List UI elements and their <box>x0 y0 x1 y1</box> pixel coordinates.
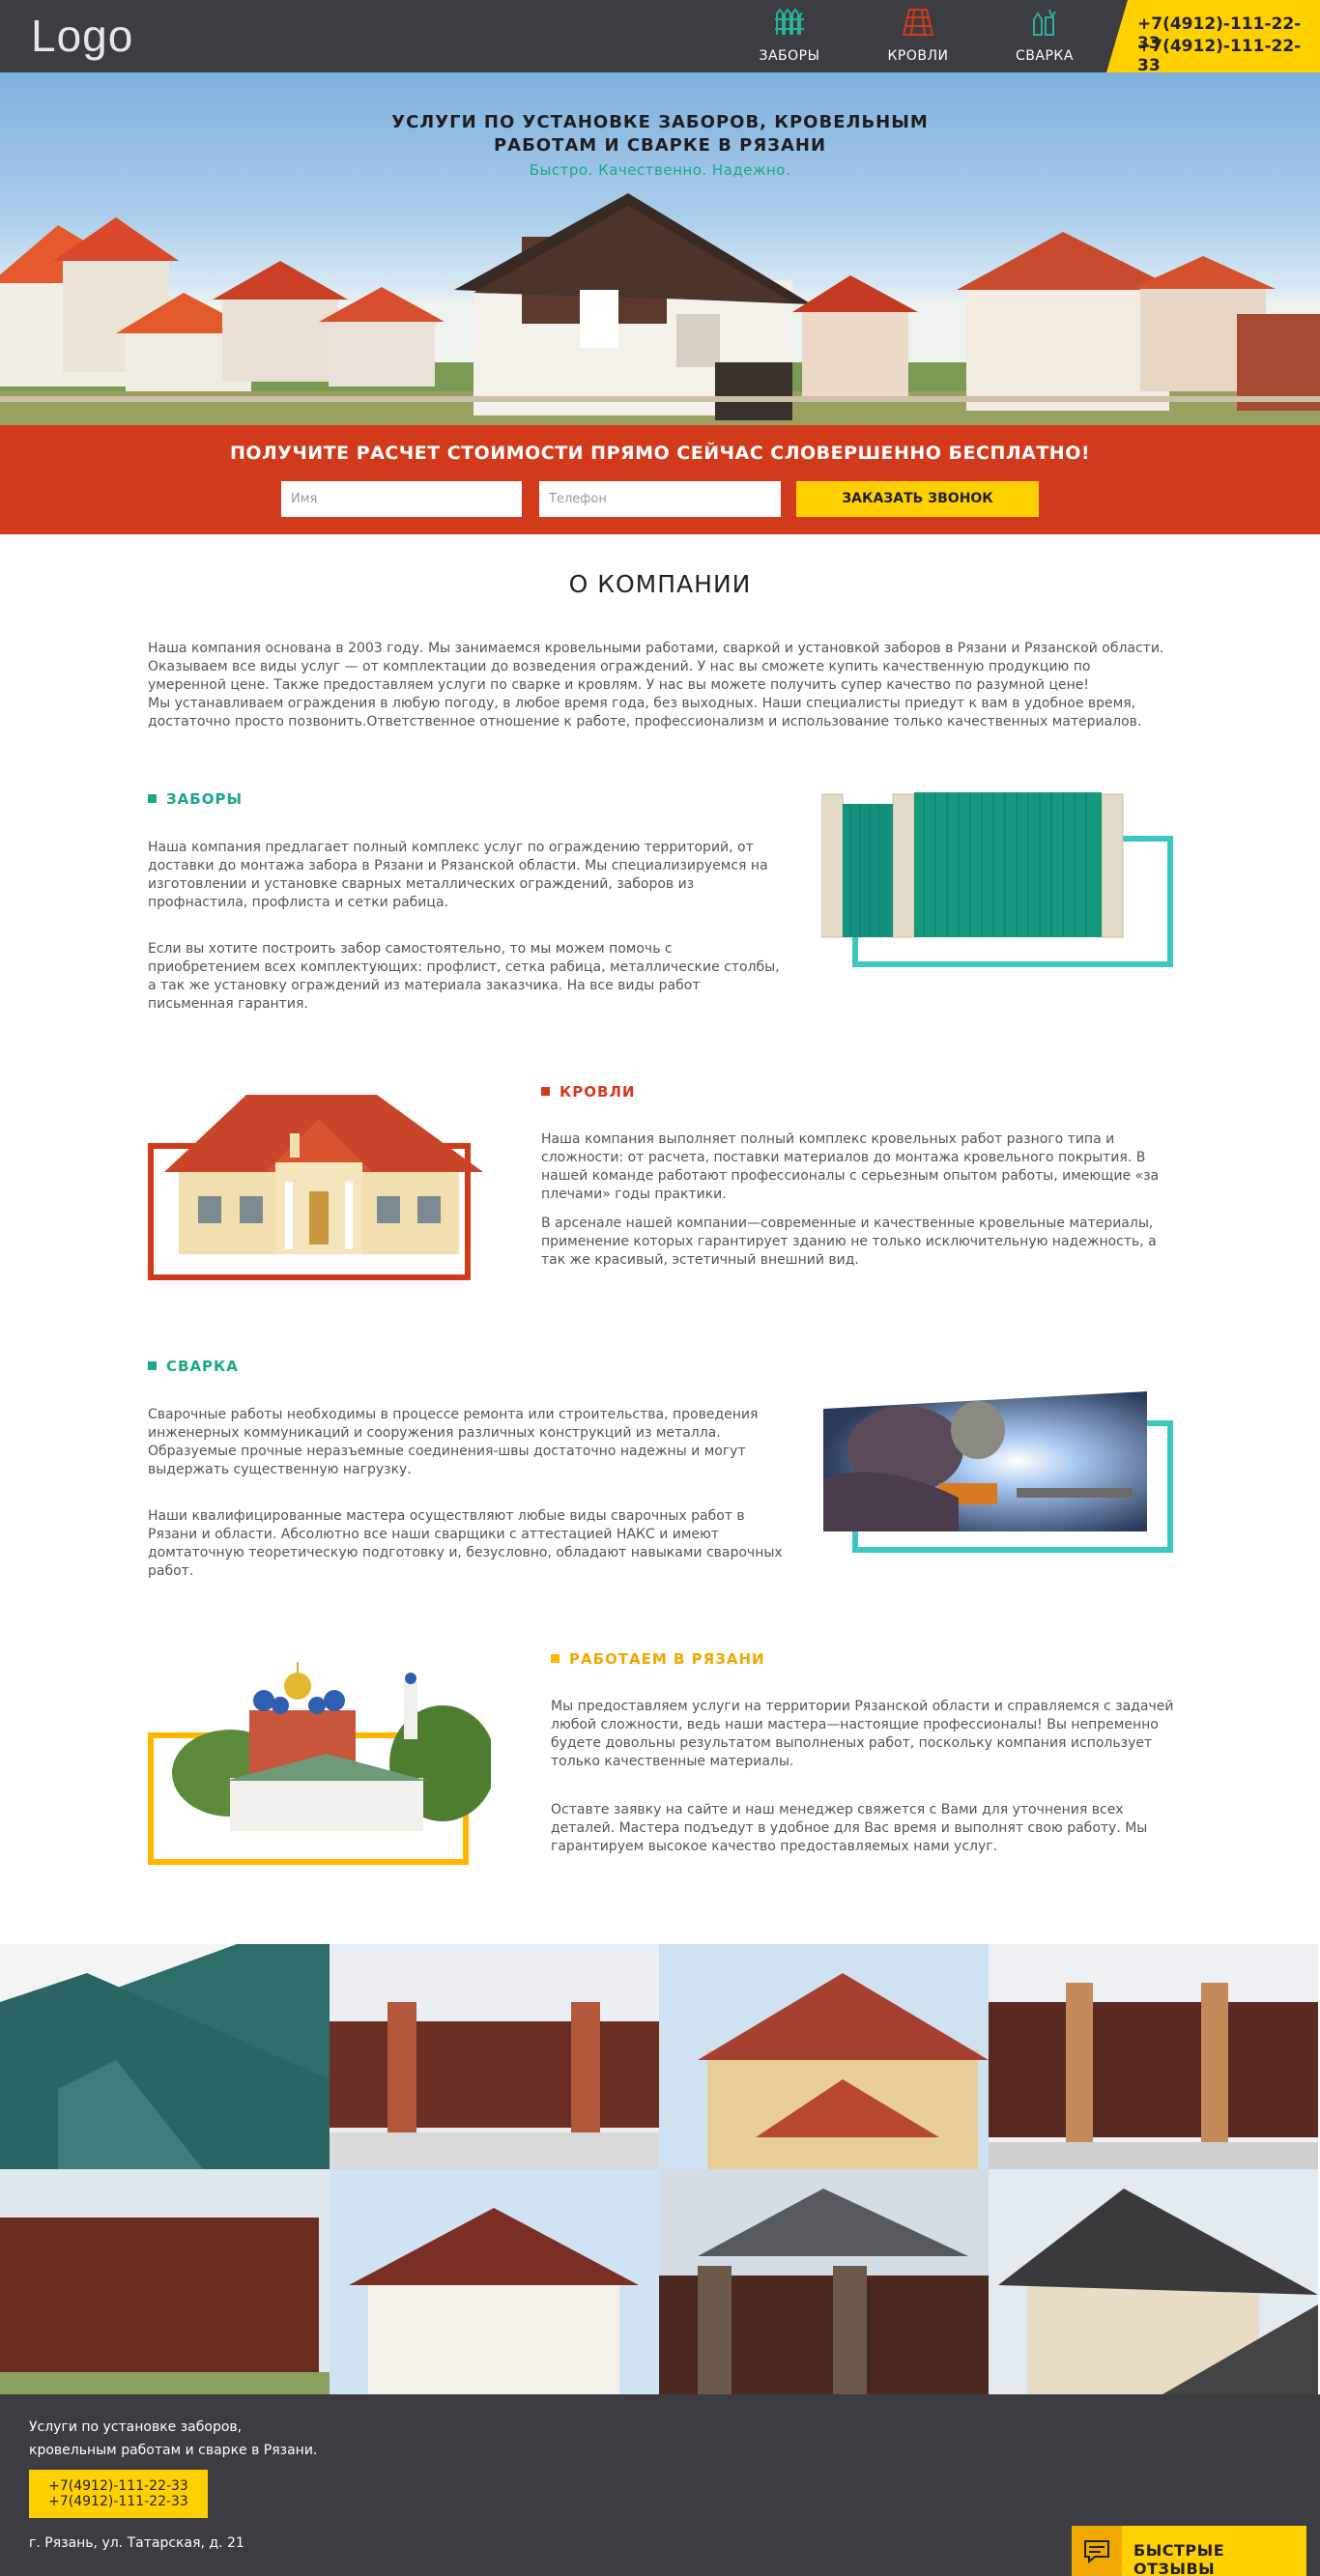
name-field[interactable] <box>281 481 522 517</box>
ryazan-title: РАБОТАЕМ В РЯЗАНИ <box>551 1650 765 1668</box>
gallery-photo-roof[interactable] <box>330 2169 659 2394</box>
welding-paragraph: Сварочные работы необходимы в процессе р… <box>148 1407 759 1477</box>
hero-title-line2: РАБОТАМ И СВАРКЕ В РЯЗАНИ <box>493 135 827 156</box>
ryazan-paragraph: Мы предоставляем услуги на территории Ря… <box>551 1699 1174 1769</box>
chat-icon <box>1072 2526 1122 2576</box>
logo[interactable]: Logo <box>31 10 133 62</box>
header-phones: +7(4912)-111-22-33 +7(4912)-111-22-33 <box>1106 0 1320 72</box>
site-header: Logo ЗАБОРЫ КРОВЛИ СВАРКА +7(4912)-111-2… <box>0 0 1320 72</box>
fences-paragraph: Если вы хотите построить забор самостоят… <box>148 941 780 1012</box>
callback-form: ПОЛУЧИТЕ РАСЧЕТ СТОИМОСТИ ПРЯМО СЕЙЧАС С… <box>0 425 1320 534</box>
phone-field[interactable] <box>539 481 781 517</box>
fences-paragraph: Наша компания предлагает полный комплекс… <box>148 840 768 910</box>
gallery-photo-fence[interactable] <box>330 1944 659 2169</box>
fence-photo <box>821 792 1124 938</box>
nav-label: КРОВЛИ <box>887 48 949 64</box>
welding-paragraph: Наши квалифицированные мастера осуществл… <box>148 1508 783 1579</box>
gallery-photo-fence[interactable] <box>0 2169 330 2394</box>
about-paragraph: Мы устанавливаем ограждения в любую пого… <box>148 696 1142 730</box>
about-text: Наша компания основана в 2003 году. Мы з… <box>148 640 1172 731</box>
footer-address: г. Рязань, ул. Татарская, д. 21 <box>29 2535 244 2551</box>
gallery-photo-roof[interactable] <box>989 2169 1318 2394</box>
hero-title: УСЛУГИ ПО УСТАНОВКЕ ЗАБОРОВ, КРОВЕЛЬНЫМ … <box>0 111 1320 157</box>
nav-item-welding[interactable]: СВАРКА <box>991 0 1098 72</box>
kremlin-photo <box>172 1662 491 1831</box>
callback-title: ПОЛУЧИТЕ РАСЧЕТ СТОИМОСТИ ПРЯМО СЕЙЧАС С… <box>229 443 1091 464</box>
fence-icon <box>775 8 804 35</box>
welding-icon <box>1033 9 1056 36</box>
fences-title: ЗАБОРЫ <box>148 790 243 808</box>
gallery-photo-fence[interactable] <box>659 2169 989 2394</box>
nav-item-roofs[interactable]: КРОВЛИ <box>865 0 971 72</box>
roofs-title: КРОВЛИ <box>541 1083 635 1101</box>
gallery-photo-fence[interactable] <box>989 1944 1318 2169</box>
phone-link[interactable]: +7(4912)-111-22-33 <box>1137 37 1320 72</box>
phone-link[interactable]: +7(4912)-111-22-33 <box>29 2478 208 2494</box>
about-title: О КОМПАНИИ <box>568 570 752 598</box>
hero-title-line1: УСЛУГИ ПО УСТАНОВКЕ ЗАБОРОВ, КРОВЕЛЬНЫМ <box>391 112 929 132</box>
order-call-button[interactable]: ЗАКАЗАТЬ ЗВОНОК <box>796 481 1039 517</box>
roof-icon <box>902 9 934 36</box>
footer-tagline-line2: кровельным работам и сварке в Рязани. <box>29 2443 318 2458</box>
footer-tagline-line1: Услуги по установке заборов, <box>29 2419 243 2435</box>
house-photo <box>164 1095 483 1254</box>
about-paragraph: Наша компания основана в 2003 году. Мы з… <box>148 641 1164 693</box>
roofs-paragraph: Наша компания выполняет полный комплекс … <box>541 1131 1160 1202</box>
hero-banner: УСЛУГИ ПО УСТАНОВКЕ ЗАБОРОВ, КРОВЕЛЬНЫМ … <box>0 72 1320 425</box>
photo-gallery <box>0 1944 1320 2394</box>
phone-link[interactable]: +7(4912)-111-22-33 <box>29 2494 208 2509</box>
quick-reviews-button[interactable]: БЫСТРЫЕ ОТЗЫВЫ <box>1072 2526 1306 2576</box>
footer-phones: +7(4912)-111-22-33 +7(4912)-111-22-33 <box>29 2470 208 2518</box>
quick-reviews-label: БЫСТРЫЕ ОТЗЫВЫ <box>1133 2541 1225 2576</box>
roofs-paragraph: В арсенале нашей компании—современные и … <box>541 1216 1157 1268</box>
nav-item-fences[interactable]: ЗАБОРЫ <box>736 0 843 72</box>
nav-label: ЗАБОРЫ <box>759 48 820 64</box>
gallery-photo-roof[interactable] <box>659 1944 989 2169</box>
nav-label: СВАРКА <box>1016 48 1074 64</box>
gallery-photo-roof[interactable] <box>0 1944 330 2169</box>
welder-photo <box>823 1391 1147 1531</box>
hero-subtitle: Быстро. Качественно. Надежно. <box>529 161 791 179</box>
footer-tagline: Услуги по установке заборов, кровельным … <box>29 2416 317 2462</box>
welding-title: СВАРКА <box>148 1358 239 1375</box>
ryazan-paragraph: Оставте заявку на сайте и наш менеджер с… <box>551 1802 1148 1854</box>
